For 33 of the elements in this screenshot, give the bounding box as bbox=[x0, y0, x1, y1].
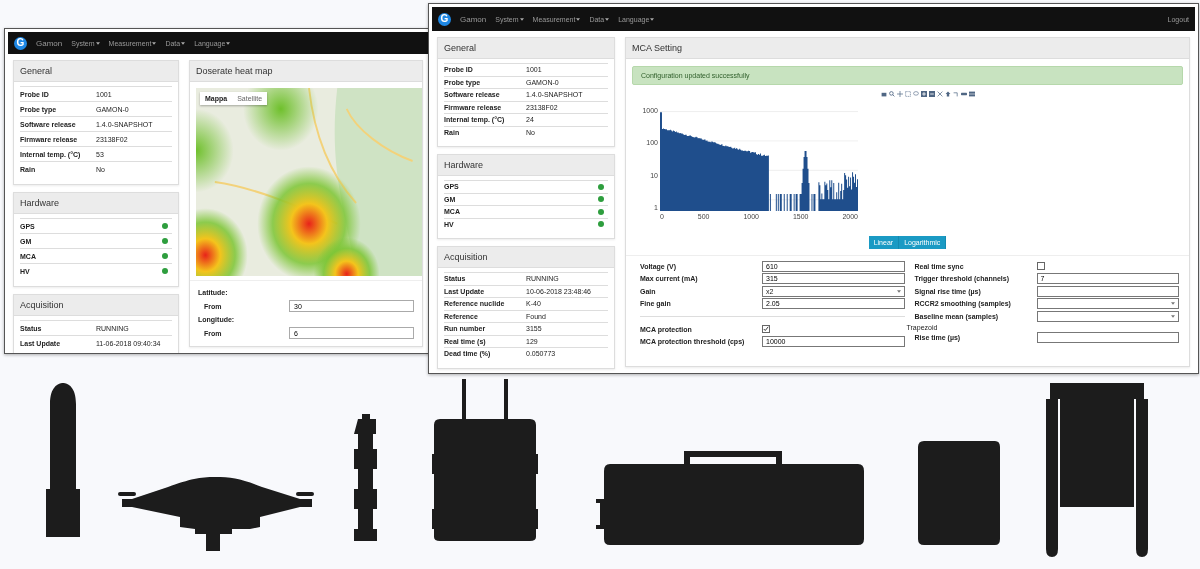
caret-icon bbox=[650, 17, 655, 21]
panel-title: General bbox=[438, 38, 614, 59]
brand-name[interactable]: Gamon bbox=[460, 14, 487, 24]
minus-icon[interactable] bbox=[928, 91, 935, 97]
caret-icon bbox=[95, 41, 100, 45]
input-field[interactable] bbox=[1036, 285, 1179, 297]
zoom-icon[interactable] bbox=[888, 91, 895, 97]
caret-icon bbox=[226, 41, 231, 45]
brand-name[interactable]: Gamon bbox=[36, 38, 63, 48]
input-field[interactable] bbox=[1036, 332, 1179, 344]
panel-title: Acquisition bbox=[438, 247, 614, 268]
plus-icon[interactable] bbox=[920, 91, 927, 97]
panel-title: Hardware bbox=[438, 155, 614, 176]
caret-icon bbox=[896, 289, 901, 293]
select-field[interactable] bbox=[1036, 298, 1179, 310]
caret-icon bbox=[519, 17, 524, 21]
caret-icon bbox=[181, 41, 186, 45]
caret-icon bbox=[1171, 314, 1175, 318]
caret-icon bbox=[605, 17, 610, 21]
panel-title: Doserate heat map bbox=[190, 61, 422, 82]
checkbox[interactable] bbox=[762, 325, 770, 334]
panel-title: General bbox=[14, 61, 178, 82]
panel-title: Acquisition bbox=[14, 295, 178, 316]
caret-icon bbox=[1171, 302, 1175, 306]
logo-icon: G bbox=[14, 36, 27, 50]
logo-icon: G bbox=[438, 12, 451, 26]
panel-title: Hardware bbox=[14, 193, 178, 214]
checkbox[interactable] bbox=[1036, 262, 1045, 271]
pan-icon[interactable] bbox=[896, 91, 903, 97]
caret-icon bbox=[576, 17, 581, 21]
select-field[interactable] bbox=[1036, 310, 1179, 322]
panel-title: MCA Setting bbox=[626, 38, 1189, 59]
caret-icon bbox=[152, 41, 157, 45]
